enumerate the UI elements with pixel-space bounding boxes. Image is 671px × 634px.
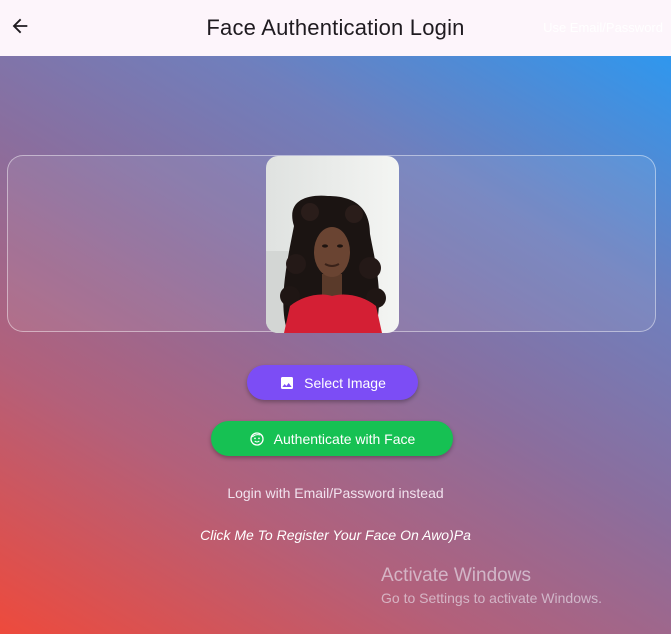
select-image-label: Select Image [304, 374, 386, 391]
face-icon [249, 431, 265, 447]
authenticate-label: Authenticate with Face [273, 430, 416, 447]
activate-windows-watermark-subtitle: Go to Settings to activate Windows. [381, 590, 602, 606]
login-with-email-link[interactable]: Login with Email/Password instead [0, 485, 671, 501]
register-face-link[interactable]: Click Me To Register Your Face On Awo)Pa [0, 527, 671, 543]
app-root: Face Authentication Login Use Email/Pass… [0, 0, 671, 634]
selected-face-photo [266, 156, 399, 333]
image-icon [279, 375, 295, 391]
use-email-password-button[interactable]: Use Email/Password [543, 20, 663, 35]
activate-windows-watermark-title: Activate Windows [381, 565, 531, 586]
app-bar: Face Authentication Login Use Email/Pass… [0, 0, 671, 56]
gradient-background [0, 56, 671, 634]
select-image-button[interactable]: Select Image [247, 365, 418, 400]
authenticate-with-face-button[interactable]: Authenticate with Face [211, 421, 453, 456]
